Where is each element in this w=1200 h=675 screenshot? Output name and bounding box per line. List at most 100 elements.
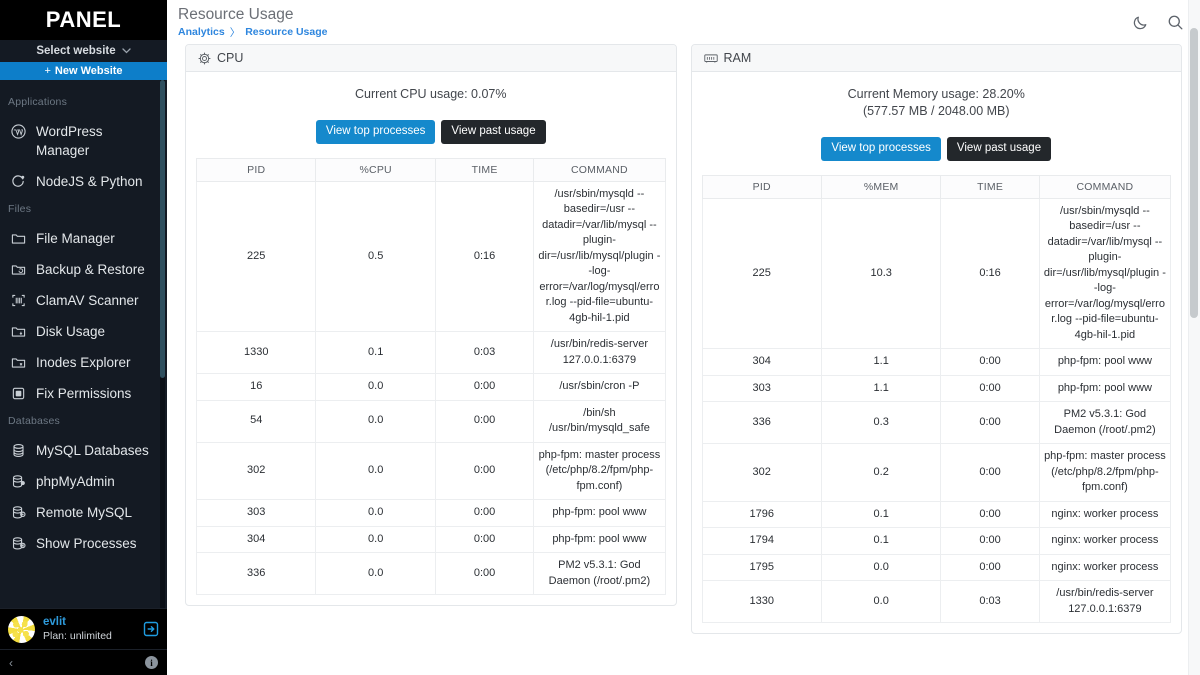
sidebar-item-label: NodeJS & Python xyxy=(36,174,143,189)
cpu-cell-time: 0:16 xyxy=(434,180,535,332)
sidebar-item-nodejs-python[interactable]: NodeJS & Python xyxy=(0,166,157,197)
ram-cell-pid: 336 xyxy=(701,401,822,444)
cpu-card-header: CPU xyxy=(186,45,676,72)
cpu-cell-pid: 336 xyxy=(195,552,317,595)
ram-cell-time: 0:16 xyxy=(940,197,1040,349)
ram-cell-command: /usr/bin/redis-server 127.0.0.1:6379 xyxy=(1038,580,1172,623)
ram-process-table: PID %MEM TIME COMMAND 225 10.3 0:16/usr/sb… xyxy=(701,174,1172,623)
brand-logo[interactable]: PANEL xyxy=(0,0,167,40)
user-bar[interactable]: evlit Plan: unlimited xyxy=(0,608,167,649)
ram-usage-detail: (577.57 MB / 2048.00 MB) xyxy=(862,104,1010,118)
sidebar: PANEL Select website + New Website Appli… xyxy=(0,0,167,675)
ram-col-mem: %MEM xyxy=(820,174,942,199)
sidebar-item-clamav-scanner[interactable]: ClamAV Scanner xyxy=(0,285,157,316)
ram-view-top-processes-button[interactable]: View top processes xyxy=(821,137,941,161)
chevron-left-icon[interactable]: ‹ xyxy=(9,656,13,670)
nav-group-databases-title: Databases xyxy=(8,415,60,427)
select-website-dropdown[interactable]: Select website xyxy=(0,40,167,62)
cpu-cell-pid: 303 xyxy=(195,499,317,527)
ram-cell-time: 0:00 xyxy=(940,401,1040,444)
nav-group-applications-title: Applications xyxy=(8,96,68,108)
sidebar-item-label: Remote MySQL xyxy=(36,505,133,520)
breadcrumb-separator: 〉 xyxy=(229,26,241,39)
ram-cell-value: 0.3 xyxy=(820,401,942,444)
database-processes-icon xyxy=(9,534,27,553)
table-row: 336 0.0 0:00 PM2 v5.3.1: God Daemon (/root/… xyxy=(195,552,666,595)
sidebar-item-label: Show Processes xyxy=(36,536,137,551)
table-row: 16 0.0 0:00/usr/sbin/cron -P xyxy=(195,373,666,401)
sidebar-item-label: MySQL Databases xyxy=(36,443,149,458)
logout-icon[interactable] xyxy=(143,621,159,637)
ram-cell-time: 0:00 xyxy=(940,527,1040,555)
table-row: 336 0.3 0:00 PM2 v5.3.1: God Daemon (/root/… xyxy=(701,401,1172,444)
cpu-cell-time: 0:00 xyxy=(434,373,535,401)
ram-view-past-usage-button[interactable]: View past usage xyxy=(946,137,1052,161)
main-area: Resource Usage Analytics 〉 Resource Usag… xyxy=(167,0,1200,675)
ram-cell-pid: 302 xyxy=(701,443,822,502)
topbar-left: Resource Usage Analytics 〉 Resource Usag… xyxy=(177,5,1132,40)
ram-cell-pid: 1794 xyxy=(701,527,822,555)
cpu-card-body: Current CPU usage: 0.07% View top proces… xyxy=(186,72,676,605)
cpu-cell-value: 0.1 xyxy=(315,331,436,374)
page-scrollbar-thumb[interactable] xyxy=(1190,28,1198,318)
ram-cell-command: php-fpm: master process (/etc/php/8.2/fp… xyxy=(1038,443,1172,502)
search-icon[interactable] xyxy=(1167,14,1184,31)
new-website-button[interactable]: + New Website xyxy=(0,62,167,80)
breadcrumb-item-analytics[interactable]: Analytics xyxy=(178,26,225,38)
sidebar-footer: ‹ i xyxy=(0,649,167,675)
cpu-cell-time: 0:00 xyxy=(434,552,535,595)
ram-cell-value: 0.0 xyxy=(820,553,942,581)
cpu-view-top-processes-button[interactable]: View top processes xyxy=(315,120,436,144)
moon-icon[interactable] xyxy=(1132,14,1149,31)
sidebar-item-wordpress-manager[interactable]: WordPress Manager xyxy=(0,116,157,166)
permissions-icon xyxy=(9,384,27,403)
cpu-cell-time: 0:00 xyxy=(434,499,535,527)
table-row: 225 0.5 0:16/usr/sbin/mysqld --basedir=/us… xyxy=(195,180,666,332)
ram-cell-time: 0:00 xyxy=(940,348,1040,376)
cpu-cell-value: 0.0 xyxy=(315,399,436,443)
sidebar-item-file-manager[interactable]: File Manager xyxy=(0,223,157,254)
sidebar-item-fix-permissions[interactable]: Fix Permissions xyxy=(0,378,157,409)
info-icon[interactable]: i xyxy=(145,656,158,669)
cpu-cell-command: /usr/sbin/cron -P xyxy=(533,373,666,401)
cpu-cell-value: 0.0 xyxy=(315,373,436,401)
brand-title: PANEL xyxy=(45,7,122,32)
ram-cell-command: PM2 v5.3.1: God Daemon (/root/.pm2) xyxy=(1038,401,1172,444)
folder-disk-icon xyxy=(9,322,27,341)
database-remote-icon xyxy=(9,503,27,522)
sidebar-item-mysql-databases[interactable]: MySQL Databases xyxy=(0,435,157,466)
page-title: Resource Usage xyxy=(178,5,294,23)
sidebar-item-show-processes[interactable]: Show Processes xyxy=(0,528,157,559)
ram-cell-value: 1.1 xyxy=(820,374,942,402)
gear-icon xyxy=(198,51,211,65)
ram-cell-pid: 303 xyxy=(701,374,822,402)
sidebar-item-disk-usage[interactable]: Disk Usage xyxy=(0,316,157,347)
user-name: evlit xyxy=(43,616,67,629)
sidebar-item-phpmyadmin[interactable]: phpMyAdmin xyxy=(0,466,157,497)
sidebar-item-label: Disk Usage xyxy=(36,324,106,339)
table-row: 1794 0.1 0:00 nginx: worker process xyxy=(701,527,1172,555)
cpu-card: CPU Current CPU usage: 0.07% View top pr… xyxy=(185,44,677,606)
ram-col-pid: PID xyxy=(701,174,822,199)
cpu-cell-time: 0:00 xyxy=(434,441,535,500)
cpu-view-past-usage-button[interactable]: View past usage xyxy=(441,120,546,144)
folder-x-icon xyxy=(9,353,27,372)
breadcrumb-item-resource-usage[interactable]: Resource Usage xyxy=(245,26,327,38)
sidebar-item-remote-mysql[interactable]: Remote MySQL xyxy=(0,497,157,528)
ram-cell-time: 0:00 xyxy=(940,500,1040,528)
sidebar-scrollbar-thumb[interactable] xyxy=(160,80,165,378)
cpu-cell-value: 0.0 xyxy=(315,441,436,500)
cpu-cell-pid: 304 xyxy=(195,525,317,553)
cpu-cell-command: php-fpm: pool www xyxy=(533,525,666,553)
ram-cell-pid: 1796 xyxy=(701,500,822,528)
ram-cell-command: nginx: worker process xyxy=(1038,500,1172,528)
cpu-cell-time: 0:00 xyxy=(434,525,535,553)
table-row: 302 0.2 0:00 php-fpm: master process (/etc/… xyxy=(701,443,1172,502)
cpu-cell-time: 0:03 xyxy=(434,331,535,374)
cpu-cell-command: php-fpm: pool www xyxy=(533,499,666,527)
sidebar-item-backup-restore[interactable]: Backup & Restore xyxy=(0,254,157,285)
sidebar-item-inodes-explorer[interactable]: Inodes Explorer xyxy=(0,347,157,378)
cpu-col-time: TIME xyxy=(434,157,535,182)
memory-icon xyxy=(703,52,718,64)
ram-cell-pid: 225 xyxy=(701,197,822,349)
